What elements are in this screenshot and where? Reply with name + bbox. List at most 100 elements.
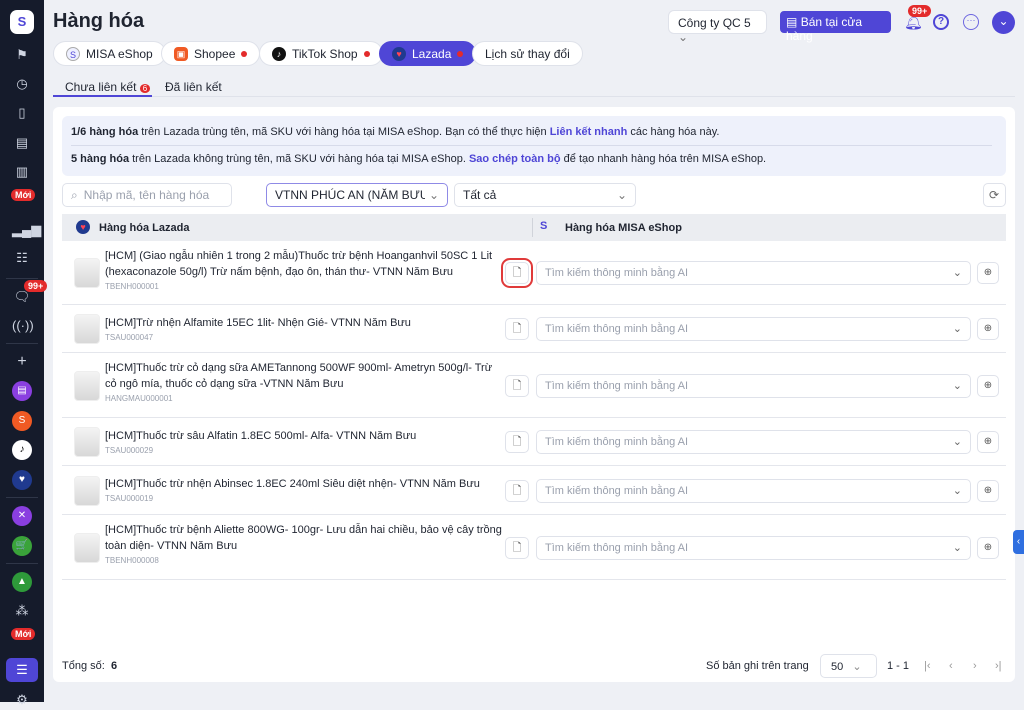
copy-product-button[interactable]: 🗋 [505,479,529,502]
dashboard-icon[interactable]: ◷ [12,74,32,94]
search-input[interactable]: ⌕ Nhập mã, tên hàng hóa [62,183,232,207]
copy-product-button[interactable]: 🗋 [505,374,529,397]
eshop-channel-icon[interactable]: ▤ [12,381,32,401]
last-page-button[interactable]: ›| [995,660,1002,672]
status-value: Tất cả [463,188,497,202]
add-icon[interactable]: + [12,352,32,372]
ai-search-placeholder: Tìm kiếm thông minh bằng AI [545,323,689,335]
shopee-icon[interactable]: S [12,411,32,431]
product-image [74,258,100,288]
ai-search-input[interactable]: Tìm kiếm thông minh bằng AI ⌄ [536,317,971,341]
product-name: [HCM]Thuốc trừ sâu Alfatin 1.8EC 500ml- … [105,430,417,442]
product-sku: TSAU000047 [105,333,154,342]
chevron-down-icon: ⌄ [678,30,689,44]
add-link-button[interactable]: ⊕ [977,374,999,397]
product-sku: TBENH000001 [105,282,159,291]
copy-product-button[interactable]: 🗋 [505,431,529,453]
store-select[interactable]: VTNN PHÚC AN (NĂM BƯU) H⌄ [266,183,448,207]
side-panel-toggle[interactable]: ‹ [1013,530,1024,554]
refresh-button[interactable]: ⟳ [983,183,1006,207]
app-icon[interactable]: ▲ [12,572,32,592]
copy-product-button[interactable]: 🗋 [505,318,529,340]
product-name: [HCM] (Giao ngẫu nhiên 1 trong 2 mẫu)Thu… [105,250,493,278]
refresh-icon: ⟳ [989,188,1000,202]
next-page-button[interactable]: › [973,660,977,672]
product-name: [HCM]Thuốc trừ bệnh Aliette 800WG- 100gr… [105,524,502,552]
tab-divider [152,96,1015,97]
document-icon[interactable]: ▤ [12,133,32,153]
product-sku: TSAU000019 [105,494,154,503]
logo-icon[interactable]: S [10,10,34,34]
document-add-icon: 🗋 [512,323,522,335]
channel-tab-misa-eshop[interactable]: S MISA eShop [53,41,166,66]
chevron-down-icon: ⌄ [852,661,862,673]
copy-all-link[interactable]: Sao chép toàn bộ [469,153,561,165]
channel-tab-tiktok[interactable]: ♪ TikTok Shop [259,41,383,66]
table-row: [HCM]Thuốc trừ bệnh Aliette 800WG- 100gr… [62,515,1006,580]
add-link-button[interactable]: ⊕ [977,536,999,559]
search-icon: ⌕ [71,187,78,202]
flag-icon[interactable]: ⚑ [12,45,32,65]
ai-search-input[interactable]: Tìm kiếm thông minh bằng AI ⌄ [536,478,971,503]
chevron-down-icon: ⌄ [616,188,627,202]
cart-icon[interactable]: 🛒 [12,536,32,556]
misa-eshop-icon: S [66,46,80,61]
count-badge: 6 [139,84,151,93]
tiktok-icon: ♪ [272,46,286,61]
chevron-down-icon: ⌄ [952,541,962,554]
more-icon[interactable]: ··· [963,14,979,30]
channel-tab-lazada[interactable]: ♥ Lazada [379,41,477,66]
ai-search-input[interactable]: Tìm kiếm thông minh bằng AI ⌄ [536,261,971,285]
total-label: Tổng số: 6 [62,660,118,672]
misa-eshop-icon: S [540,220,548,232]
tab-linked[interactable]: Đã liên kết [165,80,222,94]
plus-icon: ⊕ [983,436,993,447]
per-page-select[interactable]: 50 ⌄ [820,654,877,678]
chevron-down-icon: ⌄ [952,379,962,392]
status-select[interactable]: Tất cả ⌄ [454,183,636,207]
product-image [74,314,100,344]
broadcast-icon[interactable]: ((·)) [12,316,34,336]
table-row: [HCM]Thuốc trừ cỏ dạng sữa AMETannong 50… [62,353,1006,418]
plus-icon: ⊕ [983,379,993,391]
report-icon[interactable]: ▂▄▆ [12,220,41,240]
tab-label: Lazada [412,46,452,61]
lazada-icon: ♥ [76,220,90,234]
receipt-icon[interactable]: ▥ [12,162,32,182]
add-link-button[interactable]: ⊕ [977,318,999,340]
add-link-button[interactable]: ⊕ [977,479,999,502]
ai-search-input[interactable]: Tìm kiếm thông minh bằng AI ⌄ [536,373,971,398]
ai-search-input[interactable]: Tìm kiếm thông minh bằng AI ⌄ [536,430,971,454]
lazada-icon: ♥ [392,46,406,61]
integration-icon[interactable]: ✕ [12,506,32,526]
channel-tab-shopee[interactable]: ▣ Shopee [161,41,261,66]
product-name: [HCM]Trừ nhện Alfamite 15EC 1lit- Nhện G… [105,317,411,329]
first-page-button[interactable]: |‹ [924,660,931,672]
account-menu-button[interactable]: ⌄ [992,11,1015,34]
list-settings-icon[interactable]: ☷ [12,248,32,268]
tiktok-icon[interactable]: ♪ [12,440,32,460]
tab-unlinked[interactable]: Chưa liên kết 6 [65,80,151,94]
apps-add-icon[interactable]: ⁂ [12,601,32,621]
chevron-down-icon: ⌄ [952,323,962,335]
per-page-value: 50 [831,661,844,673]
plus-icon: ⊕ [983,267,993,278]
channel-tab-history[interactable]: Lịch sử thay đổi [472,41,583,66]
ai-search-input[interactable]: Tìm kiếm thông minh bằng AI ⌄ [536,535,971,560]
order-check-icon[interactable]: ▯ [12,103,32,123]
help-icon[interactable]: ? [933,14,949,30]
copy-product-button[interactable]: 🗋 [501,258,533,288]
add-link-button[interactable]: ⊕ [977,262,999,284]
table-row: [HCM] (Giao ngẫu nhiên 1 trong 2 mẫu)Thu… [62,241,1006,305]
quick-link-link[interactable]: Liên kết nhanh [550,126,628,138]
pos-button[interactable]: ▤ Bán tại cửa hàng [780,11,891,43]
lazada-icon[interactable]: ♥ [12,470,32,490]
add-link-button[interactable]: ⊕ [977,431,999,453]
prev-page-button[interactable]: ‹ [949,660,953,672]
copy-product-button[interactable]: 🗋 [505,536,529,559]
company-label: Công ty QC 5 [678,16,751,30]
menu-list-icon[interactable]: ☰ [6,658,38,682]
settings-icon[interactable]: ⚙ [12,690,32,710]
company-select[interactable]: Công ty QC 5 ⌄ [668,10,767,44]
product-image [74,532,100,563]
